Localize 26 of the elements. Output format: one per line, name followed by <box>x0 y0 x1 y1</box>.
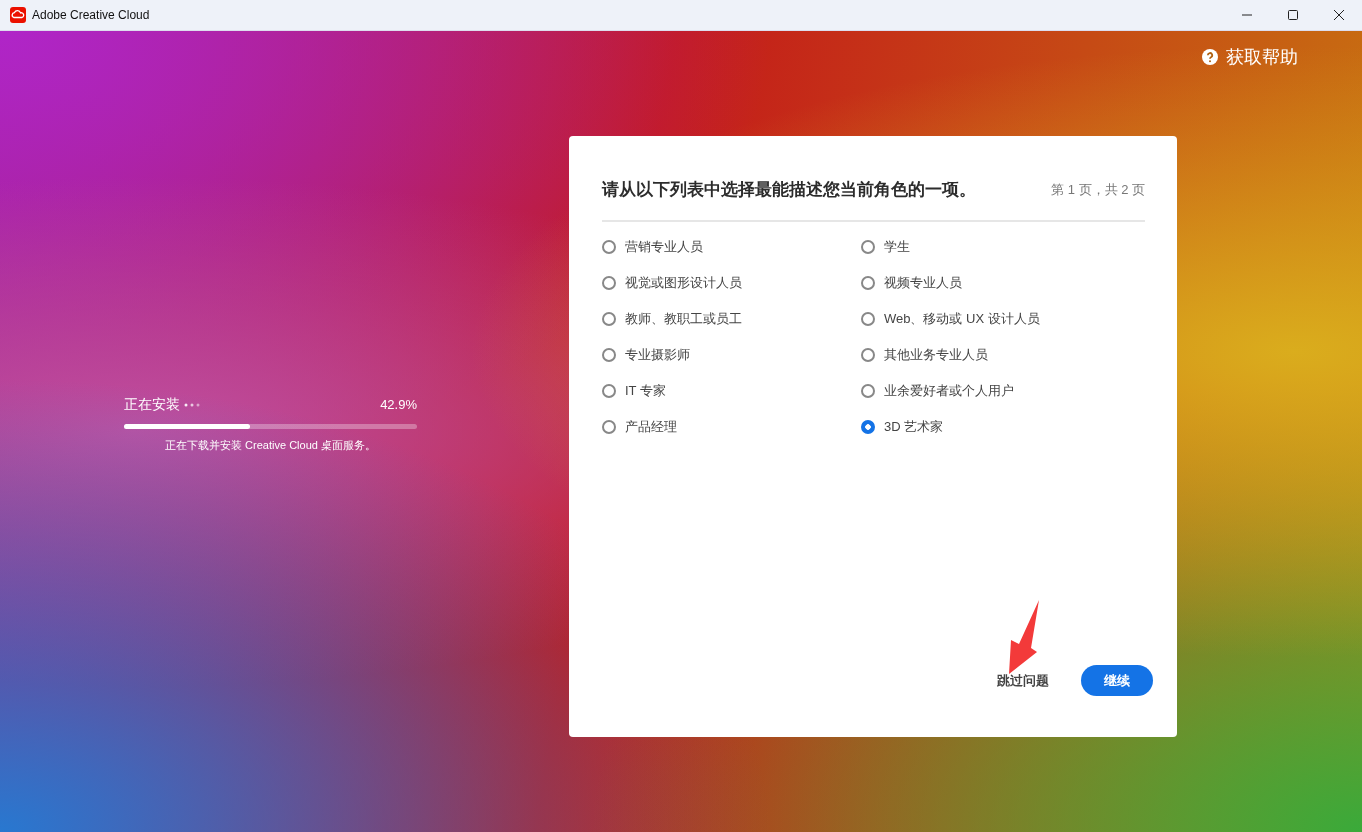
continue-button[interactable]: 继续 <box>1081 665 1153 696</box>
loading-dots-icon <box>184 402 200 407</box>
role-option[interactable]: 教师、教职工或员工 <box>602 309 861 329</box>
question-heading: 请从以下列表中选择最能描述您当前角色的一项。 <box>602 179 976 201</box>
role-option[interactable]: 营销专业人员 <box>602 237 861 257</box>
app-logo-icon <box>10 7 26 23</box>
role-option[interactable]: IT 专家 <box>602 381 861 401</box>
role-option[interactable]: 业余爱好者或个人用户 <box>861 381 1153 401</box>
help-icon <box>1202 49 1218 65</box>
role-option[interactable]: 视频专业人员 <box>861 273 1153 293</box>
install-message: 正在下载并安装 Creative Cloud 桌面服务。 <box>164 437 377 453</box>
role-option[interactable]: 产品经理 <box>602 417 861 437</box>
window-title: Adobe Creative Cloud <box>32 8 150 22</box>
role-option[interactable]: 视觉或图形设计人员 <box>602 273 861 293</box>
role-option[interactable]: 专业摄影师 <box>602 345 861 365</box>
role-option[interactable]: 其他业务专业人员 <box>861 345 1153 365</box>
close-icon <box>1334 10 1344 20</box>
role-option[interactable]: 3D 艺术家 <box>861 417 1153 437</box>
install-status: 正在安装 <box>124 395 180 414</box>
help-link[interactable]: 获取帮助 <box>1202 41 1298 73</box>
maximize-icon <box>1288 10 1298 20</box>
role-option[interactable]: 学生 <box>861 237 1153 257</box>
role-option[interactable]: Web、移动或 UX 设计人员 <box>861 309 1153 329</box>
page-indicator: 第 1 页，共 2 页 <box>1051 180 1145 199</box>
install-percent: 42.9% <box>380 397 417 412</box>
skip-button[interactable]: 跳过问题 <box>997 671 1049 690</box>
